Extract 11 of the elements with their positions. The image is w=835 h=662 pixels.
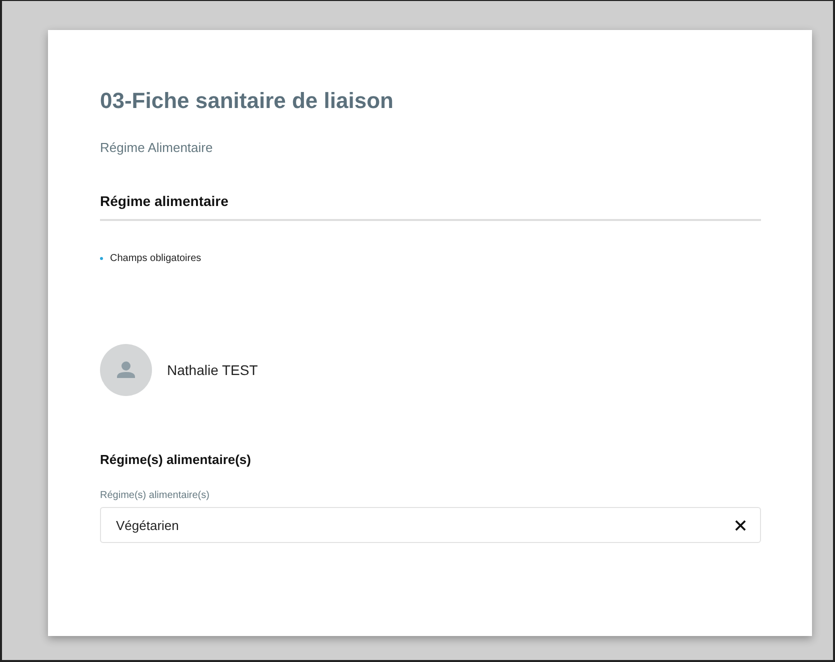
diet-field[interactable]: Végétarien xyxy=(100,507,761,543)
close-icon[interactable] xyxy=(735,520,746,530)
required-note: Champs obligatoires xyxy=(110,253,202,264)
bullet-icon xyxy=(100,257,103,260)
page-subtitle: Régime Alimentaire xyxy=(100,140,214,155)
field-label: Régime(s) alimentaire(s) xyxy=(100,490,210,501)
section-heading: Régime alimentaire xyxy=(100,193,230,209)
page-title: 03-Fiche sanitaire de liaison xyxy=(100,88,394,114)
field-heading: Régime(s) alimentaire(s) xyxy=(100,452,252,467)
person-name: Nathalie TEST xyxy=(167,362,258,378)
avatar-icon xyxy=(100,344,152,396)
